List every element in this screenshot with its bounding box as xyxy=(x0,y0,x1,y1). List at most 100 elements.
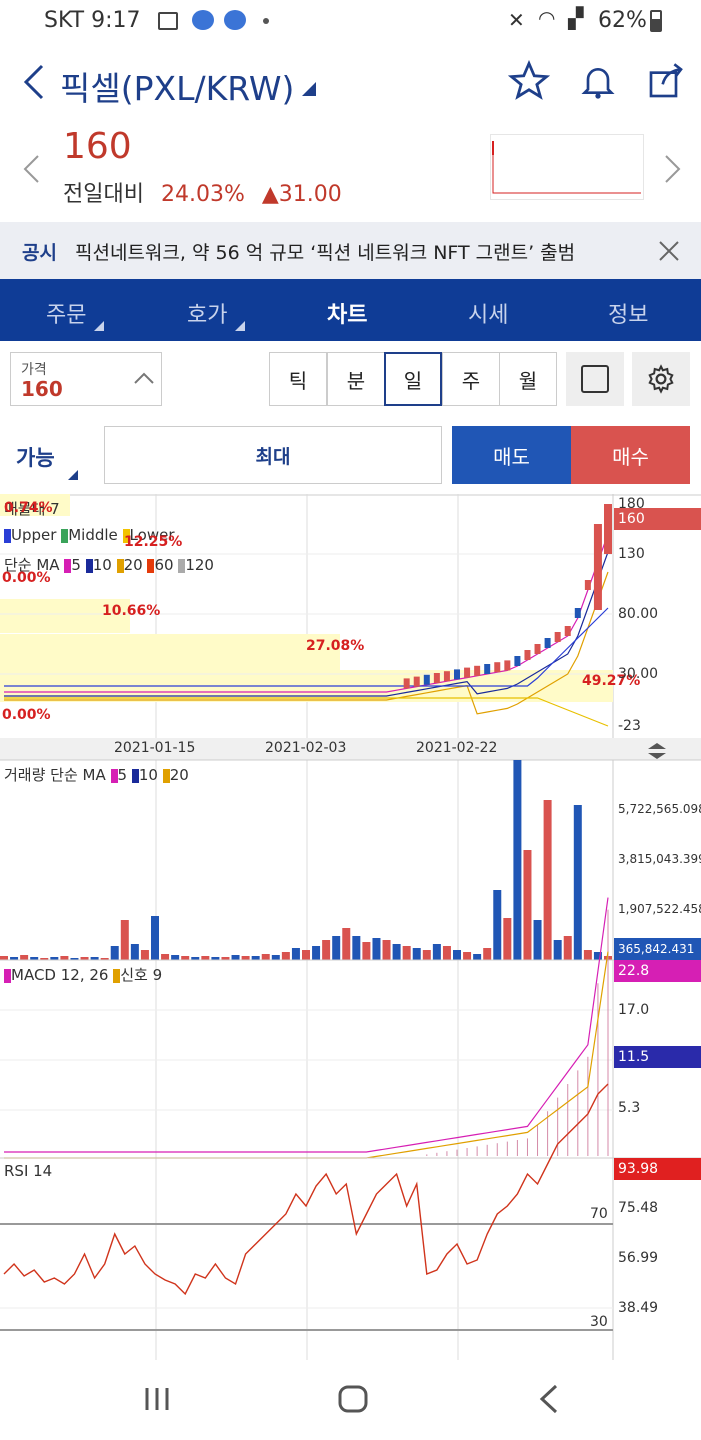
nav-back-icon[interactable] xyxy=(538,1384,560,1414)
pct-label: 27.08% xyxy=(306,638,365,654)
rsi-axis-current: 93.98 xyxy=(614,1158,701,1180)
volume-bar xyxy=(60,956,69,960)
buy-button[interactable]: 매수 xyxy=(571,426,690,484)
notice-text[interactable]: 픽션네트워크, 약 56 억 규모 ‘픽션 네트워크 NFT 그랜트’ 출범 xyxy=(75,238,575,265)
signal-icon: ▞ xyxy=(568,6,584,30)
period-minute[interactable]: 분 xyxy=(327,352,385,406)
header: 픽셀(PXL/KRW) xyxy=(0,44,701,120)
volume-bar xyxy=(151,916,159,960)
volume-axis-current: 365,842.431 xyxy=(614,938,701,960)
candle xyxy=(524,650,531,660)
volume-bar xyxy=(0,956,8,960)
max-button[interactable]: 최대 xyxy=(104,426,442,484)
available-triangle-icon xyxy=(68,470,78,480)
star-icon[interactable] xyxy=(508,60,550,102)
mini-chart xyxy=(490,134,644,200)
volume-bar xyxy=(543,800,552,960)
resize-handle-icon[interactable] xyxy=(646,742,668,760)
period-day[interactable]: 일 xyxy=(384,352,442,406)
change-pct: 24.03% xyxy=(160,182,245,207)
app-icon xyxy=(224,10,246,30)
volume-bar xyxy=(140,950,149,960)
page-title[interactable]: 픽셀(PXL/KRW) xyxy=(60,62,294,110)
volume-bar xyxy=(442,946,451,960)
rsi-axis-label: 75.48 xyxy=(618,1200,659,1216)
volume-bar xyxy=(422,950,431,960)
bell-icon[interactable] xyxy=(578,60,618,102)
pct-label: 10.66% xyxy=(102,603,161,619)
chart-svg[interactable] xyxy=(0,494,701,1360)
volume-bar xyxy=(201,956,210,960)
volume-bar xyxy=(432,944,441,960)
period-tick[interactable]: 틱 xyxy=(269,352,327,406)
dropdown-triangle-icon[interactable] xyxy=(300,82,316,96)
period-month[interactable]: 월 xyxy=(499,352,557,406)
period-week[interactable]: 주 xyxy=(442,352,500,406)
macd-axis-label: 17.0 xyxy=(618,1002,650,1018)
volume-bar xyxy=(322,940,331,960)
volume-bar xyxy=(302,950,310,960)
date-axis-band xyxy=(0,738,701,760)
volume-bar xyxy=(281,952,290,960)
volume-bar xyxy=(332,936,341,960)
pct-label: 0.74% xyxy=(4,500,53,516)
candle xyxy=(474,665,481,676)
candle xyxy=(494,662,501,673)
pct-label: 0.00% xyxy=(2,570,51,586)
candle xyxy=(593,524,602,610)
tab-order[interactable]: 주문 xyxy=(46,297,86,329)
tab-orderbook[interactable]: 호가 xyxy=(187,297,227,329)
tab-info[interactable]: 정보 xyxy=(608,297,648,329)
available-label[interactable]: 가능 xyxy=(16,442,55,472)
tab-chart[interactable]: 차트 xyxy=(327,297,367,329)
fullscreen-button[interactable] xyxy=(566,352,624,406)
volume-bar xyxy=(573,805,582,960)
volume-bar xyxy=(261,954,270,960)
volume-bar xyxy=(412,948,421,960)
price-axis-current: 160 xyxy=(614,508,701,530)
macd-axis-label: 5.3 xyxy=(618,1100,641,1116)
mute-icon: ✕ xyxy=(508,8,525,32)
notice-bar[interactable]: 공시 픽션네트워크, 약 56 억 규모 ‘픽션 네트워크 NFT 그랜트’ 출… xyxy=(0,222,701,279)
volume-bar xyxy=(312,946,321,960)
prev-coin-icon[interactable] xyxy=(22,154,40,184)
price-axis-label: 30.00 xyxy=(618,666,659,682)
price-selector[interactable]: 가격 160 xyxy=(10,352,162,406)
current-price: 160 xyxy=(63,126,132,167)
candle xyxy=(604,504,612,554)
pct-label: 12.25% xyxy=(124,534,183,550)
macd-axis-current: 22.8 xyxy=(614,960,701,982)
app-icon xyxy=(192,10,214,30)
volume-bar xyxy=(513,760,522,960)
price-axis-label: 80.00 xyxy=(618,606,659,622)
volume-axis-label: 5,722,565.098 xyxy=(618,802,701,816)
gallery-icon xyxy=(158,12,178,30)
volume-bar xyxy=(583,950,592,960)
back-icon[interactable] xyxy=(18,62,48,102)
volume-bar xyxy=(382,940,391,960)
candle xyxy=(413,676,420,687)
next-coin-icon[interactable] xyxy=(664,154,682,184)
tab-market[interactable]: 시세 xyxy=(468,297,508,329)
settings-button[interactable] xyxy=(632,352,690,406)
volume-bar xyxy=(110,946,119,960)
close-icon[interactable] xyxy=(658,240,680,262)
sell-button[interactable]: 매도 xyxy=(452,426,571,484)
tab-menu-triangle-icon xyxy=(235,321,245,331)
volume-bar xyxy=(171,955,180,960)
recent-apps-icon[interactable] xyxy=(144,1386,170,1412)
home-icon[interactable] xyxy=(338,1384,368,1414)
volume-bar xyxy=(291,948,300,960)
volume-bar xyxy=(120,920,129,960)
dot-icon xyxy=(263,18,269,24)
price-axis-label: 130 xyxy=(618,546,645,562)
status-bar: SKT 9:17 ✕ ◠ ▞ 62% xyxy=(0,0,701,44)
volume-axis-label: 3,815,043.399 xyxy=(618,852,701,866)
price-selector-label: 가격 xyxy=(21,362,47,378)
volume-axis-label: 1,907,522.458 xyxy=(618,902,701,916)
share-icon[interactable] xyxy=(646,60,686,102)
volume-bar xyxy=(553,940,562,960)
volume-bar xyxy=(533,920,542,960)
macd-legend: MACD 12, 26 신호 9 xyxy=(4,964,162,985)
volume-bar xyxy=(483,948,492,960)
